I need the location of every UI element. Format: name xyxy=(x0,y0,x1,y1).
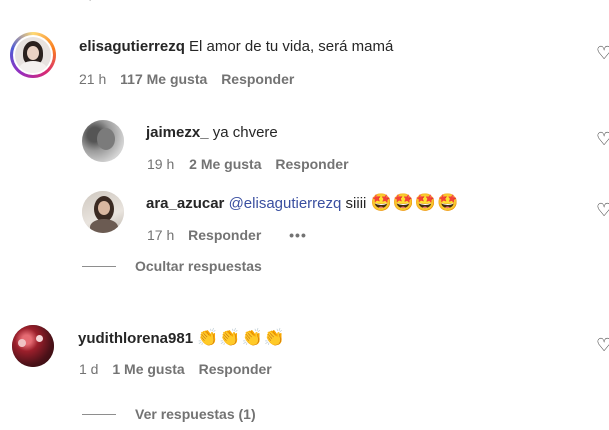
divider-line xyxy=(82,414,116,415)
hide-replies-button[interactable]: Ocultar respuestas xyxy=(135,258,262,274)
reply-emojis: 🤩🤩🤩🤩 xyxy=(370,193,460,212)
heart-icon[interactable]: ♡ xyxy=(596,201,609,219)
comment-line: elisagutierrezq El amor de tu vida, será… xyxy=(79,38,393,55)
cropped-heart-fragment: ♡ xyxy=(84,0,97,5)
reply-username[interactable]: jaimezx_ xyxy=(146,124,209,141)
comment-meta: 1 d 1 Me gusta Responder xyxy=(79,361,272,377)
avatar[interactable] xyxy=(12,325,54,367)
comment-time[interactable]: 21 h xyxy=(79,71,106,87)
reply-text: ya chvere xyxy=(212,124,278,141)
reply-time[interactable]: 19 h xyxy=(147,156,174,172)
comment-line: yudithlorena981 👏👏👏👏 xyxy=(78,328,286,348)
comment-username[interactable]: elisagutierrezq xyxy=(79,38,185,55)
heart-icon[interactable]: ♡ xyxy=(596,336,609,354)
avatar[interactable] xyxy=(82,120,124,162)
reply-button[interactable]: Responder xyxy=(199,361,272,377)
avatar[interactable] xyxy=(82,191,124,233)
reply-likes[interactable]: 2 Me gusta xyxy=(189,156,261,172)
reply-line: ara_azucar @elisagutierrezq siiii 🤩🤩🤩🤩 xyxy=(146,193,460,213)
reply-text: siiii xyxy=(345,195,367,212)
reply-username[interactable]: ara_azucar xyxy=(146,195,224,212)
comment-meta: 21 h 117 Me gusta Responder xyxy=(79,71,294,87)
more-options-icon[interactable]: ••• xyxy=(289,227,307,243)
avatar[interactable] xyxy=(10,32,56,78)
comment-likes[interactable]: 117 Me gusta xyxy=(120,71,207,87)
reply-meta: 19 h 2 Me gusta Responder xyxy=(147,156,349,172)
mention-link[interactable]: @elisagutierrezq xyxy=(229,195,342,212)
comment-likes[interactable]: 1 Me gusta xyxy=(112,361,184,377)
divider-line xyxy=(82,266,116,267)
heart-icon[interactable]: ♡ xyxy=(596,44,609,62)
reply-line: jaimezx_ ya chvere xyxy=(146,124,278,141)
heart-icon[interactable]: ♡ xyxy=(596,130,609,148)
reply-meta: 17 h Responder ••• xyxy=(147,227,307,243)
reply-time[interactable]: 17 h xyxy=(147,227,174,243)
reply-button[interactable]: Responder xyxy=(188,227,261,243)
comment-username[interactable]: yudithlorena981 xyxy=(78,330,193,347)
comment-text: El amor de tu vida, será mamá xyxy=(189,38,394,55)
view-replies-button[interactable]: Ver respuestas (1) xyxy=(135,406,256,422)
reply-button[interactable]: Responder xyxy=(221,71,294,87)
comment-time[interactable]: 1 d xyxy=(79,361,98,377)
comment-emojis: 👏👏👏👏 xyxy=(197,328,286,347)
reply-button[interactable]: Responder xyxy=(275,156,348,172)
